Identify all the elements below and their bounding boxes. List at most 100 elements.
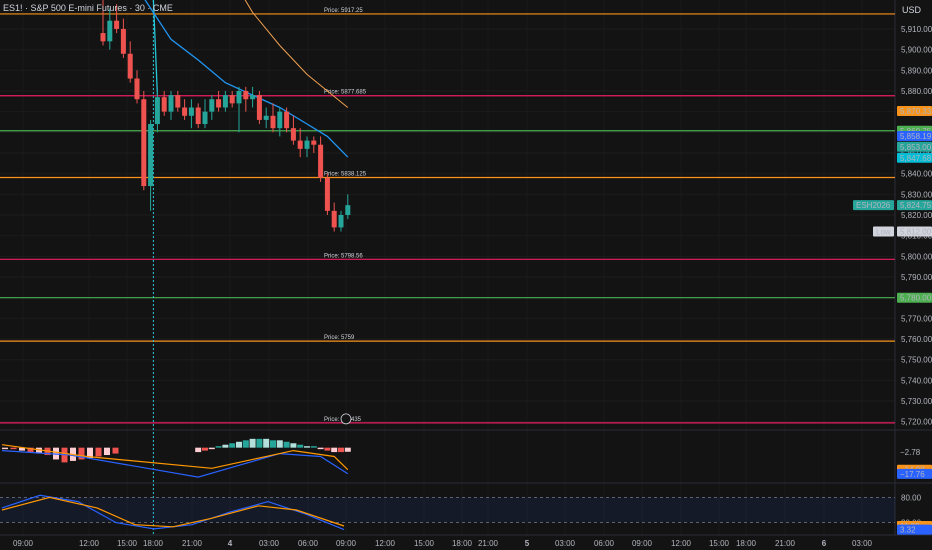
stochastic-tick: 80.00 <box>901 493 922 502</box>
price-tick-label: 5,800.000 <box>901 252 932 261</box>
time-tick-label: 12:00 <box>671 539 692 548</box>
macd-tag: −2.78 <box>897 446 932 457</box>
side-label: Low <box>873 226 894 237</box>
price-tag-text: 5,870.33 <box>900 107 932 116</box>
macd-histogram-bar <box>2 447 8 450</box>
macd-histogram-bar <box>338 447 344 453</box>
price-tag-text: 5,847.68 <box>900 154 932 163</box>
candle <box>141 90 147 191</box>
symbol-title[interactable]: ES1! · S&P 500 E-mini Futures · 30 · CME <box>3 3 173 13</box>
macd-histogram-bar <box>104 447 110 456</box>
candle-body <box>195 107 201 125</box>
candle-body <box>250 95 256 100</box>
candle-body <box>243 90 249 100</box>
macd-histogram-bar <box>215 446 222 448</box>
price-tag-text: 5,824.75 <box>900 201 932 210</box>
macd-histogram-bar <box>324 447 331 451</box>
candle-body <box>134 78 140 100</box>
macd-histogram-bar <box>344 447 351 452</box>
macd-tag: −17.76 <box>897 468 932 479</box>
candle-body <box>168 95 174 112</box>
time-tick-label: 12:00 <box>375 539 396 548</box>
stochastic-tag: 3.32 <box>897 524 932 535</box>
price-level-label: Price: 5798.56 <box>324 253 363 259</box>
time-tick-label: 18:00 <box>736 539 757 548</box>
side-label: ESH2026 <box>853 200 894 211</box>
price-tag: 5,824.75 <box>897 200 932 211</box>
time-tick-label: 18:00 <box>452 539 473 548</box>
stochastic-tag-text: 3.32 <box>900 526 916 535</box>
candle-body <box>236 90 242 104</box>
candle-body <box>107 20 113 42</box>
macd-tag-text: −17.76 <box>900 470 925 479</box>
price-tick-label: 5,910.000 <box>901 25 932 34</box>
price-tag-text: 5,780.00 <box>900 294 932 303</box>
price-tag: 5,858.19 <box>897 131 932 142</box>
currency-label[interactable]: USD <box>902 5 921 15</box>
candle-body <box>263 115 269 120</box>
macd-histogram-bar <box>10 447 17 450</box>
macd-histogram-bar <box>331 447 338 453</box>
candle-body <box>202 111 208 125</box>
time-tick-label: 09:00 <box>632 539 653 548</box>
price-tick-label: 5,720.000 <box>901 418 932 427</box>
price-tick-label: 5,770.000 <box>901 314 932 323</box>
candle-body <box>229 95 235 104</box>
macd-histogram-bar <box>195 447 202 453</box>
macd-histogram-bar <box>222 444 229 448</box>
macd-tag-text: −2.78 <box>900 448 921 457</box>
macd-histogram-bar <box>290 443 297 448</box>
macd-histogram-bar <box>317 447 324 450</box>
price-tick-label: 5,790.000 <box>901 273 932 282</box>
candle-body <box>345 205 351 215</box>
time-tick-label: 15:00 <box>414 539 435 548</box>
price-tag: 5,853.00 <box>897 141 932 152</box>
candle-body <box>324 177 330 211</box>
macd-histogram-bar <box>283 441 290 448</box>
macd-histogram-bar <box>310 446 317 448</box>
macd-histogram-bar <box>297 444 304 448</box>
time-tick-label: 06:00 <box>298 539 319 548</box>
time-tick-label: 5 <box>525 539 530 548</box>
time-tick-label: 21:00 <box>182 539 203 548</box>
price-level-label: Price: 5917.25 <box>324 8 363 14</box>
candle-body <box>216 99 222 108</box>
macd-histogram-bar <box>263 438 270 448</box>
price-tag-text: 5,853.00 <box>900 143 932 152</box>
macd-histogram-bar <box>208 447 215 450</box>
candle <box>324 173 330 215</box>
time-tick-label: 03:00 <box>259 539 280 548</box>
candle-body <box>182 107 188 116</box>
side-label-text: ESH2026 <box>856 201 891 210</box>
stochastic-band <box>0 497 895 523</box>
candle-body <box>175 95 181 108</box>
candle-body <box>114 20 120 29</box>
price-tag-text: 5,812.00 <box>900 228 932 237</box>
price-tag: 5,780.00 <box>897 292 932 303</box>
price-tick-label: 5,750.000 <box>901 356 932 365</box>
trading-chart[interactable]: 5,910.000 5,900.000 5,890.000 5,880.000 5,87… <box>0 0 932 550</box>
candle-body <box>127 53 133 79</box>
candle-body <box>318 144 324 178</box>
candle-body <box>297 140 303 149</box>
price-tag: 5,847.68 <box>897 152 932 163</box>
candle <box>256 90 262 125</box>
price-tick-label: 5,890.000 <box>901 66 932 75</box>
candle-body <box>209 99 215 112</box>
candle-body <box>331 210 337 228</box>
candle-body <box>270 115 276 129</box>
macd-histogram-bar <box>249 438 256 448</box>
macd-histogram-bar <box>229 443 236 448</box>
price-tick-label: 5,830.000 <box>901 190 932 199</box>
candle-body <box>141 99 147 187</box>
candle-body <box>290 128 296 141</box>
side-label-text: Low <box>876 228 891 237</box>
macd-histogram-bar <box>236 441 242 448</box>
price-tick-label: 5,820.000 <box>901 211 932 220</box>
candle-body <box>222 95 228 108</box>
macd-histogram-bar <box>202 447 208 451</box>
price-tick-label: 5,900.000 <box>901 46 932 55</box>
candle-body <box>338 215 344 228</box>
candle-body <box>161 97 167 112</box>
price-tag: 5,870.33 <box>897 105 932 116</box>
